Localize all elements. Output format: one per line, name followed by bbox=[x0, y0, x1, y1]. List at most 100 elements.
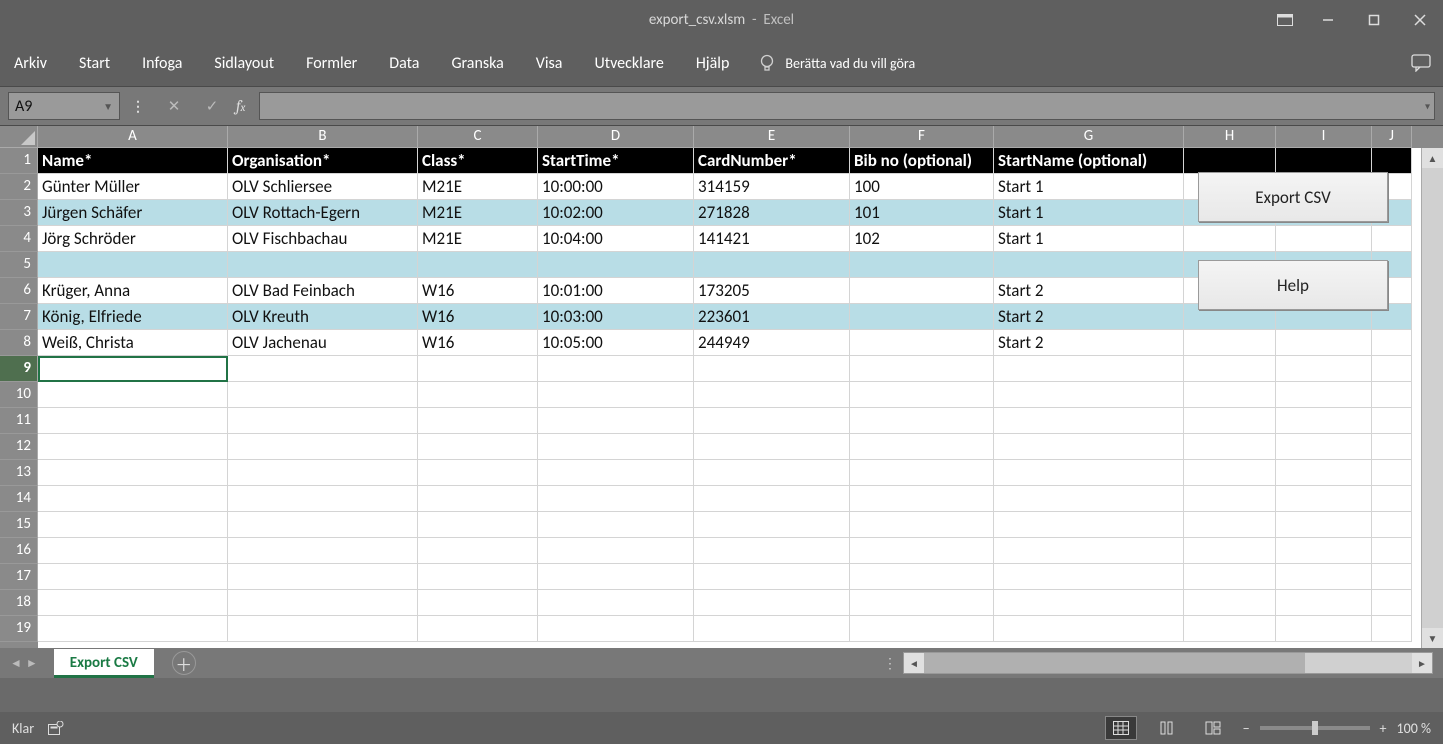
cell[interactable] bbox=[538, 434, 694, 460]
cell[interactable] bbox=[1372, 486, 1412, 512]
row-header-5[interactable]: 5 bbox=[0, 252, 38, 278]
scroll-left-arrow[interactable]: ◄ bbox=[904, 653, 924, 673]
cell[interactable] bbox=[694, 460, 850, 486]
cell[interactable] bbox=[1276, 538, 1372, 564]
cell[interactable] bbox=[850, 278, 994, 304]
cell[interactable] bbox=[1372, 330, 1412, 356]
expand-formula-bar-icon[interactable]: ▾ bbox=[1425, 100, 1430, 113]
cell[interactable] bbox=[694, 564, 850, 590]
formula-input[interactable]: ▾ bbox=[259, 92, 1435, 120]
hscroll-thumb[interactable] bbox=[924, 653, 1305, 673]
cell[interactable] bbox=[538, 486, 694, 512]
fx-icon[interactable]: fx bbox=[232, 97, 249, 115]
cell[interactable] bbox=[38, 564, 228, 590]
horizontal-scrollbar[interactable]: ◄ ► bbox=[903, 652, 1433, 674]
cell[interactable]: König, Elfriede bbox=[38, 304, 228, 330]
cell[interactable] bbox=[694, 486, 850, 512]
cell[interactable]: 10:00:00 bbox=[538, 174, 694, 200]
cell[interactable] bbox=[1184, 330, 1276, 356]
cell[interactable] bbox=[538, 564, 694, 590]
row-header-12[interactable]: 12 bbox=[0, 434, 38, 460]
cell[interactable]: 10:03:00 bbox=[538, 304, 694, 330]
cell[interactable]: 173205 bbox=[694, 278, 850, 304]
row-header-19[interactable]: 19 bbox=[0, 616, 38, 642]
cell[interactable] bbox=[850, 512, 994, 538]
cell[interactable]: OLV Kreuth bbox=[228, 304, 418, 330]
cell[interactable]: OLV Fischbachau bbox=[228, 226, 418, 252]
column-header-C[interactable]: C bbox=[418, 126, 538, 148]
cell[interactable] bbox=[418, 616, 538, 642]
cell[interactable]: Jörg Schröder bbox=[38, 226, 228, 252]
cell[interactable] bbox=[228, 460, 418, 486]
cell[interactable] bbox=[38, 434, 228, 460]
tell-me-search[interactable]: Berätta vad du vill göra bbox=[759, 54, 915, 72]
cell[interactable]: OLV Bad Feinbach bbox=[228, 278, 418, 304]
cell[interactable] bbox=[994, 590, 1184, 616]
cell[interactable] bbox=[418, 512, 538, 538]
help-button[interactable]: Help bbox=[1198, 260, 1388, 310]
cell[interactable] bbox=[418, 564, 538, 590]
zoom-out-button[interactable]: − bbox=[1243, 720, 1250, 737]
cell[interactable] bbox=[38, 590, 228, 616]
cell[interactable] bbox=[228, 434, 418, 460]
column-header-A[interactable]: A bbox=[38, 126, 228, 148]
column-header-J[interactable]: J bbox=[1372, 126, 1412, 148]
cell[interactable] bbox=[1184, 486, 1276, 512]
ribbon-tab-start[interactable]: Start bbox=[77, 48, 112, 79]
cell[interactable] bbox=[1372, 460, 1412, 486]
cell[interactable]: Bib no (optional) bbox=[850, 148, 994, 174]
cell[interactable] bbox=[994, 434, 1184, 460]
cell[interactable] bbox=[38, 408, 228, 434]
cell[interactable]: M21E bbox=[418, 226, 538, 252]
cell[interactable]: OLV Rottach-Egern bbox=[228, 200, 418, 226]
cell[interactable]: Jürgen Schäfer bbox=[38, 200, 228, 226]
cell[interactable] bbox=[1184, 434, 1276, 460]
row-header-4[interactable]: 4 bbox=[0, 226, 38, 252]
cell[interactable] bbox=[418, 590, 538, 616]
cell[interactable]: W16 bbox=[418, 278, 538, 304]
cell[interactable] bbox=[1276, 226, 1372, 252]
cell[interactable] bbox=[694, 616, 850, 642]
select-all-corner[interactable] bbox=[0, 126, 38, 148]
cell[interactable]: 102 bbox=[850, 226, 994, 252]
cell[interactable]: 244949 bbox=[694, 330, 850, 356]
cell[interactable] bbox=[228, 486, 418, 512]
ribbon-tab-sidlayout[interactable]: Sidlayout bbox=[212, 48, 276, 79]
cell[interactable] bbox=[1184, 460, 1276, 486]
cell[interactable] bbox=[418, 460, 538, 486]
cell[interactable] bbox=[1276, 356, 1372, 382]
cell[interactable] bbox=[538, 512, 694, 538]
row-header-8[interactable]: 8 bbox=[0, 330, 38, 356]
cell[interactable] bbox=[1372, 434, 1412, 460]
ribbon-display-options-icon[interactable] bbox=[1265, 0, 1305, 40]
cell[interactable]: Start 2 bbox=[994, 278, 1184, 304]
cancel-formula-button[interactable]: ✕ bbox=[156, 92, 192, 120]
chevron-down-icon[interactable]: ▼ bbox=[103, 100, 113, 113]
cell[interactable]: 10:02:00 bbox=[538, 200, 694, 226]
row-header-16[interactable]: 16 bbox=[0, 538, 38, 564]
cell[interactable]: Start 1 bbox=[994, 226, 1184, 252]
cell[interactable]: 10:05:00 bbox=[538, 330, 694, 356]
column-header-D[interactable]: D bbox=[538, 126, 694, 148]
cell[interactable] bbox=[694, 382, 850, 408]
cell[interactable] bbox=[418, 356, 538, 382]
cell[interactable] bbox=[850, 486, 994, 512]
cell[interactable] bbox=[1184, 538, 1276, 564]
cell[interactable] bbox=[994, 564, 1184, 590]
cell[interactable] bbox=[994, 538, 1184, 564]
row-header-13[interactable]: 13 bbox=[0, 460, 38, 486]
cell[interactable] bbox=[38, 382, 228, 408]
tab-scroll-split-handle[interactable]: ⋮ bbox=[883, 655, 898, 672]
cell[interactable]: M21E bbox=[418, 200, 538, 226]
cell[interactable] bbox=[694, 408, 850, 434]
scroll-track[interactable] bbox=[1422, 168, 1443, 628]
cell[interactable]: 271828 bbox=[694, 200, 850, 226]
cell[interactable] bbox=[538, 460, 694, 486]
cell[interactable]: StartTime* bbox=[538, 148, 694, 174]
cell[interactable]: 10:01:00 bbox=[538, 278, 694, 304]
cell[interactable] bbox=[228, 252, 418, 278]
cell[interactable] bbox=[228, 616, 418, 642]
cell[interactable] bbox=[1276, 382, 1372, 408]
cell[interactable] bbox=[694, 434, 850, 460]
ribbon-tab-formler[interactable]: Formler bbox=[304, 48, 359, 79]
